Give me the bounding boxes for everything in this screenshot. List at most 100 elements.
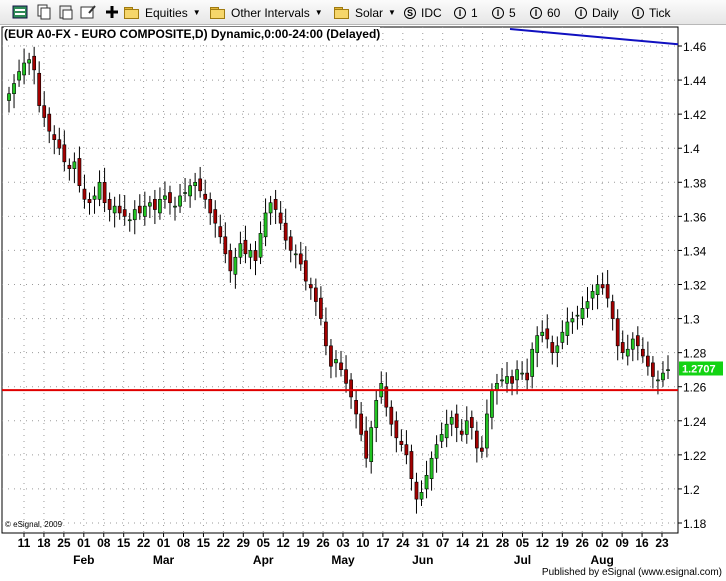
candle-down bbox=[52, 134, 57, 140]
candle-up bbox=[515, 369, 519, 381]
candle-up bbox=[183, 192, 187, 194]
candle-up bbox=[666, 369, 670, 371]
candle-up bbox=[530, 348, 535, 377]
x-tick-label: 22 bbox=[137, 536, 151, 550]
candle-up bbox=[12, 83, 16, 94]
daily-label: Daily bbox=[592, 5, 619, 20]
candle-up bbox=[132, 209, 137, 221]
x-tick-label: 19 bbox=[556, 536, 570, 550]
watermark: © eSignal, 2009 bbox=[5, 520, 63, 529]
candle-up bbox=[112, 205, 117, 214]
add-icon[interactable] bbox=[104, 4, 120, 20]
footer: Published by eSignal (www.esignal.com) bbox=[541, 567, 722, 578]
dropdown-arrow-icon: ▼ bbox=[314, 8, 323, 17]
x-tick-label: 24 bbox=[396, 536, 410, 550]
link-chart-icon[interactable] bbox=[12, 4, 28, 20]
properties-icon[interactable] bbox=[80, 4, 96, 20]
candle-down bbox=[57, 139, 62, 149]
other-intervals-menu[interactable]: Other Intervals ▼ bbox=[210, 4, 323, 21]
candle-down bbox=[344, 369, 348, 384]
candle-down bbox=[243, 239, 248, 255]
candle-down bbox=[389, 406, 394, 425]
x-tick-label: 08 bbox=[177, 536, 191, 550]
candle-up bbox=[7, 93, 11, 101]
y-tick-label: 1.3 bbox=[683, 313, 700, 327]
candle-down bbox=[77, 158, 82, 186]
candle-up bbox=[419, 492, 424, 500]
i-badge-icon: I bbox=[492, 6, 504, 19]
copy-icon[interactable] bbox=[36, 4, 52, 20]
candle-up bbox=[560, 331, 565, 343]
candle-down bbox=[610, 301, 615, 319]
candle-up bbox=[158, 199, 162, 214]
candle-down bbox=[67, 164, 72, 169]
candle-down bbox=[298, 253, 303, 265]
equities-label: Equities bbox=[145, 5, 188, 20]
candle-up bbox=[444, 423, 449, 439]
candle-up bbox=[97, 181, 102, 200]
candle-up bbox=[630, 338, 635, 350]
x-tick-label: 15 bbox=[117, 536, 131, 550]
candle-up bbox=[580, 308, 585, 319]
solar-menu[interactable]: Solar ▼ bbox=[334, 4, 396, 21]
interval-1-button[interactable]: I 1 bbox=[454, 4, 478, 21]
candle-up bbox=[449, 417, 454, 425]
y-tick-label: 1.28 bbox=[683, 347, 707, 361]
candle-down bbox=[308, 284, 313, 289]
i-badge-icon: I bbox=[575, 6, 587, 19]
candle-down bbox=[394, 420, 399, 439]
daily-button[interactable]: I Daily bbox=[575, 4, 619, 21]
candle-up bbox=[22, 62, 26, 76]
candle-down bbox=[409, 451, 414, 480]
candle-up bbox=[163, 195, 167, 200]
y-tick-label: 1.36 bbox=[683, 210, 707, 224]
candle-down bbox=[329, 345, 333, 367]
candle-up bbox=[464, 420, 469, 435]
candle-up bbox=[263, 212, 268, 238]
candle-up bbox=[434, 444, 439, 459]
candle-down bbox=[122, 209, 127, 217]
idc-button[interactable]: S IDC bbox=[404, 4, 442, 21]
candle-up bbox=[293, 253, 298, 256]
month-label: Feb bbox=[73, 553, 94, 567]
candle-down bbox=[288, 236, 293, 251]
x-tick-label: 08 bbox=[97, 536, 111, 550]
candle-down bbox=[525, 372, 530, 381]
y-tick-label: 1.46 bbox=[683, 40, 707, 54]
candle-down bbox=[364, 430, 369, 459]
candle-up bbox=[595, 284, 600, 296]
candle-down bbox=[208, 199, 213, 214]
y-tick-label: 1.22 bbox=[683, 449, 707, 463]
candle-down bbox=[605, 284, 610, 299]
month-label: Apr bbox=[253, 553, 274, 567]
candle-up bbox=[625, 348, 630, 357]
tick-button[interactable]: I Tick bbox=[632, 4, 671, 21]
candle-down bbox=[62, 144, 67, 163]
candle-down bbox=[117, 205, 122, 214]
candle-down bbox=[87, 199, 92, 204]
interval-5-button[interactable]: I 5 bbox=[492, 4, 516, 21]
candle-up bbox=[424, 474, 429, 490]
grid bbox=[1, 26, 679, 534]
candle-up bbox=[248, 250, 253, 258]
equities-menu[interactable]: Equities ▼ bbox=[124, 4, 201, 21]
y-tick-label: 1.26 bbox=[683, 381, 707, 395]
y-tick-label: 1.38 bbox=[683, 176, 707, 190]
candle-down bbox=[620, 342, 625, 353]
candle-up bbox=[268, 202, 273, 214]
price-chart[interactable]: 1.46 1.44 1.42 1.4 1.38 1.36 1.34 1.32 1.3 1.28 1.… bbox=[0, 25, 726, 581]
candle-down bbox=[218, 226, 223, 238]
x-tick-label: 31 bbox=[416, 536, 430, 550]
paste-icon[interactable] bbox=[58, 4, 74, 20]
x-tick-label: 07 bbox=[436, 536, 450, 550]
candle-down bbox=[550, 342, 555, 353]
month-label: Jul bbox=[514, 553, 531, 567]
candle-up bbox=[661, 372, 665, 381]
candle-down bbox=[414, 481, 419, 500]
interval-60-button[interactable]: I 60 bbox=[530, 4, 560, 21]
x-tick-label: 29 bbox=[237, 536, 251, 550]
candle-up bbox=[258, 233, 263, 258]
candle-up bbox=[374, 400, 379, 428]
x-tick-label: 28 bbox=[496, 536, 510, 550]
candle-down bbox=[646, 355, 650, 367]
